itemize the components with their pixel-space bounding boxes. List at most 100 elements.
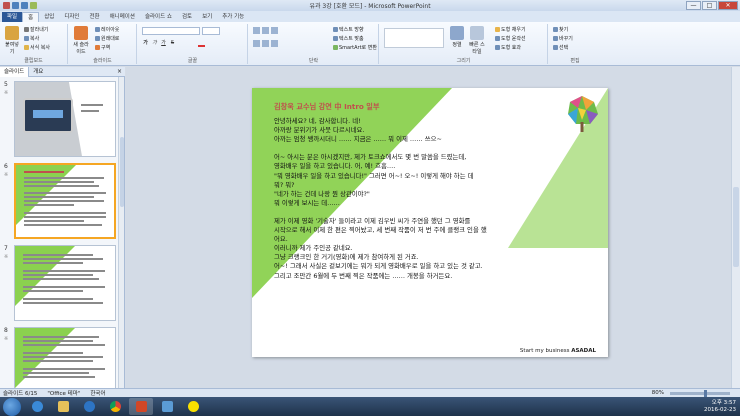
new-slide-button[interactable]: 새 슬라이드 xyxy=(72,26,90,55)
media-icon xyxy=(83,401,95,412)
editing-group: 찾기 바꾸기 선택 편집 xyxy=(549,24,601,64)
transition-icon: ※ xyxy=(4,90,9,96)
tab-view[interactable]: 보기 xyxy=(197,12,217,22)
tab-insert[interactable]: 삽입 xyxy=(39,12,59,22)
smartart-icon xyxy=(333,45,338,50)
ie-icon xyxy=(31,401,43,412)
paste-button[interactable]: 붙여넣기 xyxy=(3,26,21,55)
scroll-thumb[interactable] xyxy=(733,187,739,267)
strikethrough-button[interactable]: S xyxy=(169,40,176,47)
tab-file[interactable]: 파일 xyxy=(2,12,23,22)
indent-icon[interactable] xyxy=(271,27,278,34)
shape-outline-button[interactable]: 도형 윤곽선 xyxy=(495,35,526,42)
slide[interactable]: 김창욱 교수님 강연 中 Intro 일부 안녕하세요? 네, 감사합니다. 네… xyxy=(252,88,608,357)
align-text-icon xyxy=(333,36,338,41)
format-painter-button[interactable]: 서식 복사 xyxy=(24,44,50,51)
taskbar-powerpoint[interactable] xyxy=(129,398,153,415)
select-button[interactable]: 선택 xyxy=(553,44,568,51)
maximize-button[interactable]: □ xyxy=(702,1,717,10)
language[interactable]: 한국어 xyxy=(90,389,105,397)
find-button[interactable]: 찾기 xyxy=(553,26,568,33)
slide-number: 5 xyxy=(4,81,8,88)
smartart-button[interactable]: SmartArt로 변환 xyxy=(333,44,377,51)
slide-number: 6 xyxy=(4,163,8,170)
tab-animations[interactable]: 애니메이션 xyxy=(105,12,140,22)
slide-text-body[interactable]: 김창욱 교수님 강연 中 Intro 일부 안녕하세요? 네, 감사합니다. 네… xyxy=(274,102,594,290)
panel-header: 슬라이드 개요 × xyxy=(0,66,125,77)
slides-group: 새 슬라이드 레이아웃 원래대로 구역 슬라이드 xyxy=(69,24,137,64)
reset-icon xyxy=(95,36,100,41)
cut-button[interactable]: 잘라내기 xyxy=(24,26,48,33)
font-size-combo[interactable] xyxy=(202,27,220,35)
slide-number: 7 xyxy=(4,245,8,252)
group-label: 그리기 xyxy=(456,58,471,64)
tab-transitions[interactable]: 전환 xyxy=(85,12,105,22)
quick-styles-button[interactable]: 빠른 스타일 xyxy=(468,26,486,55)
reset-button[interactable]: 원래대로 xyxy=(95,35,119,42)
group-label: 슬라이드 xyxy=(93,58,112,64)
tab-design[interactable]: 디자인 xyxy=(59,12,84,22)
shape-fill-button[interactable]: 도형 채우기 xyxy=(495,26,526,33)
vertical-scrollbar[interactable] xyxy=(731,67,740,388)
shape-effects-button[interactable]: 도형 효과 xyxy=(495,44,521,51)
italic-button[interactable]: 가 xyxy=(151,40,158,47)
zoom-level[interactable]: 80% xyxy=(652,390,664,396)
copy-button[interactable]: 복사 xyxy=(24,35,39,42)
panel-scrollbar[interactable] xyxy=(118,77,124,388)
align-center-icon[interactable] xyxy=(262,40,269,47)
find-icon xyxy=(553,27,558,32)
slide-thumbnail-panel[interactable]: 5 ※ 6 ※ 7 ※ 8 ※ xyxy=(0,77,125,388)
tab-home[interactable]: 홈 xyxy=(22,12,40,22)
numbering-icon[interactable] xyxy=(262,27,269,34)
fill-bucket-icon xyxy=(495,27,500,32)
replace-button[interactable]: 바꾸기 xyxy=(553,35,573,42)
tab-slides-panel[interactable]: 슬라이드 xyxy=(0,66,30,77)
window-controls: — □ ✕ xyxy=(686,1,738,10)
tab-addins[interactable]: 추가 기능 xyxy=(217,12,249,22)
tab-slideshow[interactable]: 슬라이드 쇼 xyxy=(140,12,177,22)
group-label: 클립보드 xyxy=(24,58,43,64)
taskbar-kakaotalk[interactable] xyxy=(181,398,205,415)
taskbar-media[interactable] xyxy=(77,398,101,415)
thumbnail-image xyxy=(14,327,116,388)
taskbar-chrome[interactable] xyxy=(103,398,127,415)
tab-review[interactable]: 검토 xyxy=(177,12,197,22)
shapes-gallery[interactable] xyxy=(384,28,444,48)
font-name-combo[interactable] xyxy=(142,27,200,35)
transition-icon: ※ xyxy=(4,172,9,178)
layout-icon xyxy=(95,27,100,32)
align-right-icon[interactable] xyxy=(271,40,278,47)
scroll-thumb[interactable] xyxy=(120,137,124,207)
taskbar-photos[interactable] xyxy=(155,398,179,415)
text-direction-button[interactable]: 텍스트 방향 xyxy=(333,26,364,33)
slide-number: 8 xyxy=(4,327,8,334)
zoom-slider[interactable] xyxy=(670,389,730,397)
brush-icon xyxy=(24,45,29,50)
footer-brand: ASADAL xyxy=(571,348,596,354)
powerpoint-icon xyxy=(135,401,147,412)
taskbar-ie[interactable] xyxy=(25,398,49,415)
minimize-button[interactable]: — xyxy=(686,1,701,10)
bullets-icon[interactable] xyxy=(253,27,260,34)
section-button[interactable]: 구역 xyxy=(95,44,110,51)
layout-button[interactable]: 레이아웃 xyxy=(95,26,119,33)
align-text-button[interactable]: 텍스트 맞춤 xyxy=(333,35,364,42)
arrange-icon xyxy=(450,26,464,40)
bold-button[interactable]: 가 xyxy=(142,40,149,47)
align-left-icon[interactable] xyxy=(253,40,260,47)
panel-close-button[interactable]: × xyxy=(117,68,122,75)
tab-outline-panel[interactable]: 개요 xyxy=(29,67,47,77)
taskbar-explorer[interactable] xyxy=(51,398,75,415)
select-icon xyxy=(553,45,558,50)
thumbnail-image xyxy=(14,245,116,321)
system-tray-clock[interactable]: 오후 3:57 2016-02-23 xyxy=(704,400,740,414)
chat-icon xyxy=(187,401,199,412)
close-button[interactable]: ✕ xyxy=(718,1,738,10)
arrange-button[interactable]: 정렬 xyxy=(448,26,466,48)
start-button[interactable] xyxy=(3,397,21,416)
font-color-button[interactable] xyxy=(198,40,205,47)
underline-button[interactable]: 가 xyxy=(160,40,167,47)
paste-icon xyxy=(5,26,19,40)
clock-time: 오후 3:57 xyxy=(711,399,736,406)
paragraph-2: 어~ 아시는 분은 아시겠지만, 제가 토크쇼에서도 몇 번 말씀을 드렸는데,… xyxy=(274,153,474,207)
